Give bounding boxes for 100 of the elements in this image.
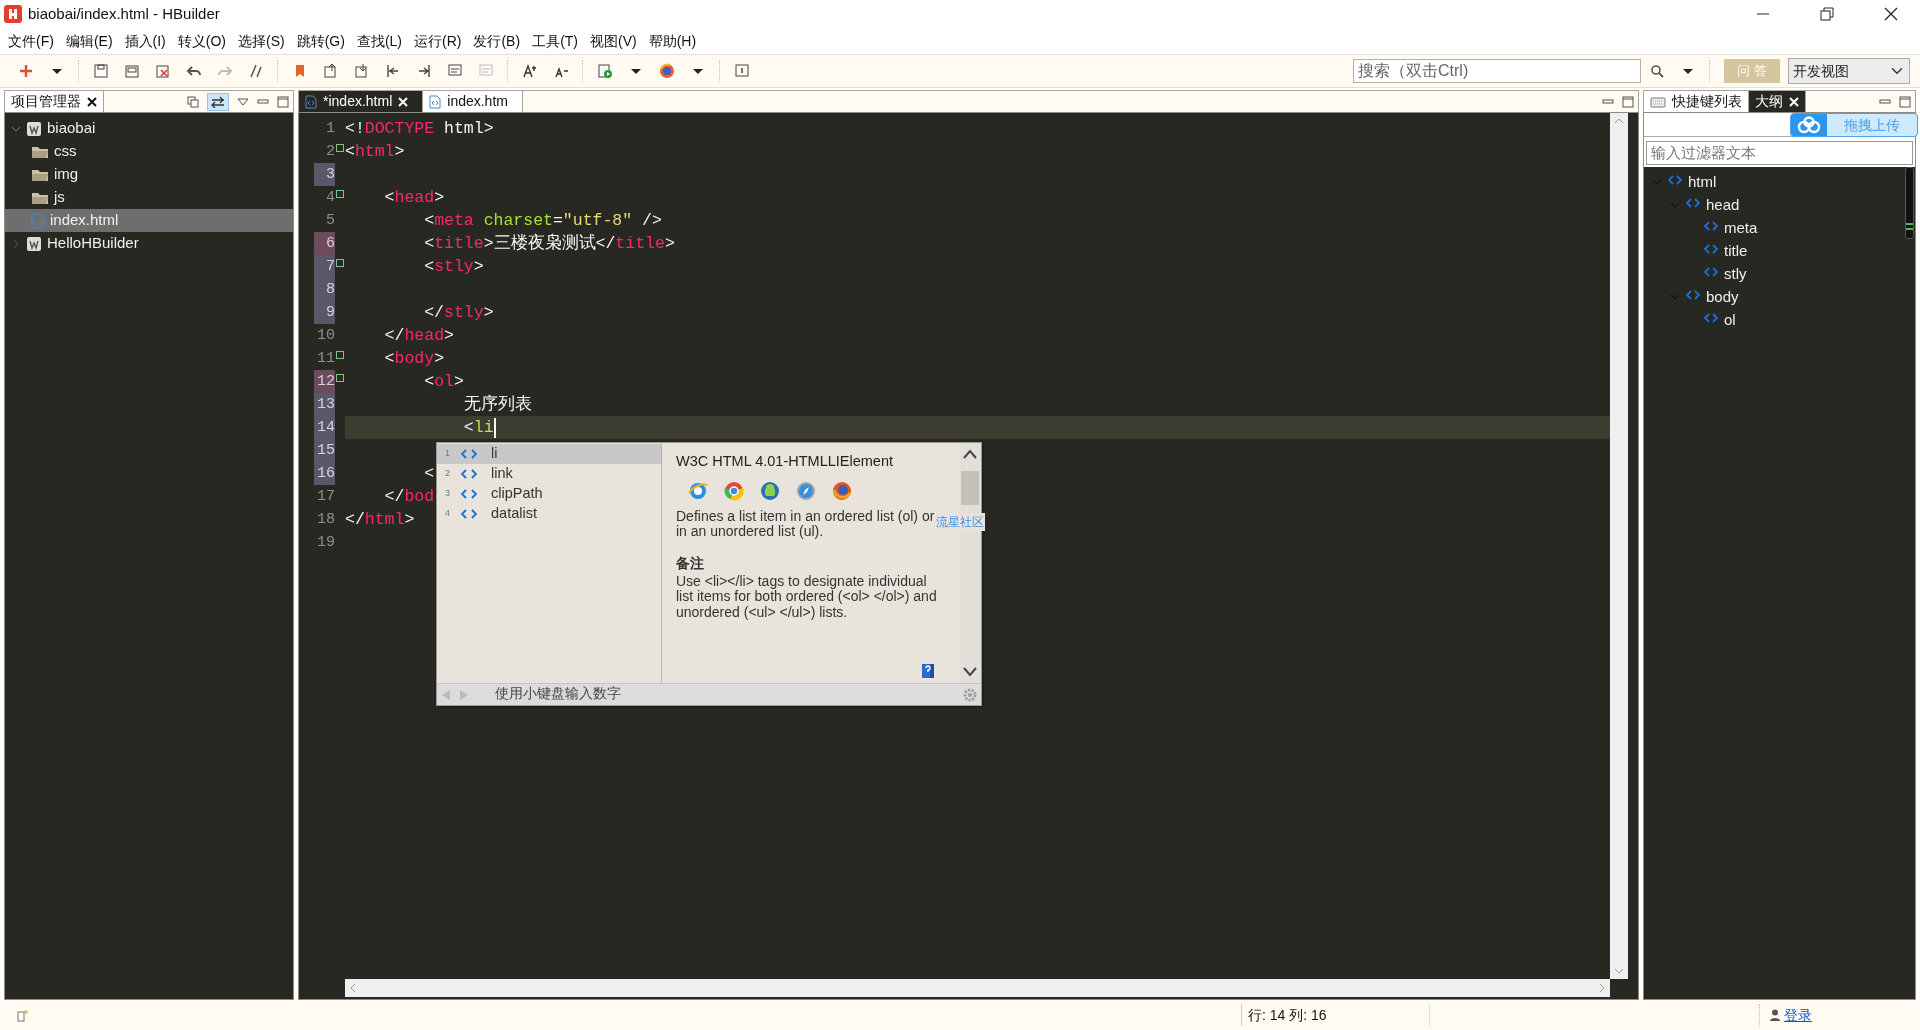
menu-item[interactable]: 转义(O) (171, 28, 232, 54)
browser-icon (688, 480, 708, 501)
menu-item[interactable]: 查找(L) (350, 28, 408, 54)
panel-tab[interactable]: 快捷键列表 (1644, 91, 1749, 112)
menu-item[interactable]: 视图(V) (584, 28, 643, 54)
tag-icon (1704, 243, 1718, 254)
line-number: 3 (314, 163, 335, 186)
fold-icon[interactable] (336, 374, 344, 382)
text-cursor (493, 417, 496, 438)
scroll-thumb[interactable] (961, 471, 979, 505)
suggestion-item[interactable]: 2 link (437, 464, 661, 484)
tree-item[interactable]: js (5, 186, 293, 209)
collapse-all-icon[interactable] (187, 95, 199, 108)
line-number: 16 (314, 462, 335, 485)
keyboard-icon (1650, 95, 1666, 108)
tree-item[interactable]: img (5, 163, 293, 186)
panel-title: 项目管理器 (11, 92, 81, 111)
panel-tab[interactable]: 项目管理器 (5, 91, 104, 112)
line-number: 11 (316, 349, 335, 369)
menu-item[interactable]: 选择(S) (232, 28, 291, 54)
vertical-scrollbar[interactable] (1610, 113, 1628, 979)
perspective-select[interactable]: 开发视图 (1788, 58, 1910, 84)
cloud-icon (1797, 116, 1821, 134)
note-text: Use <li></li> tags to designate individual list items for both ordered (<ol> </ol>) and unordered (<ul> </ul>) lists. (676, 573, 938, 621)
plus-icon (17, 63, 34, 79)
fold-icon[interactable] (336, 351, 344, 359)
tree-item[interactable]: css (5, 140, 293, 163)
editor-tab[interactable]: *index.html (299, 91, 424, 112)
scrollbar[interactable] (1905, 167, 1914, 239)
doc-description: Defines a list item in an ordered list (ol) or in an unordered list (ul). (676, 508, 936, 541)
horizontal-scrollbar[interactable] (345, 979, 1610, 997)
line-number: 19 (316, 533, 335, 553)
suggestion-item[interactable]: 4 datalist (437, 504, 661, 524)
view-menu-icon[interactable] (237, 96, 249, 107)
outline-item[interactable]: stly (1724, 263, 1747, 286)
outline-item[interactable]: body (1706, 286, 1739, 309)
scroll-up-icon (1614, 117, 1624, 125)
maximize-icon[interactable] (1622, 95, 1634, 108)
chevron-icon (11, 238, 21, 249)
line-number: 9 (314, 301, 335, 324)
tree-item[interactable]: biaobai (5, 117, 293, 140)
menu-item[interactable]: 跳转(G) (290, 28, 351, 54)
menu-item[interactable]: 发行(B) (467, 28, 527, 54)
tag-icon (461, 508, 477, 520)
link-editor-button[interactable] (207, 92, 229, 111)
close-icon[interactable] (87, 96, 97, 107)
line-number: 12 (314, 370, 335, 393)
maximize-icon[interactable] (277, 95, 289, 108)
code-line: <meta charset="utf-8" /> (423, 211, 662, 230)
tree-item[interactable]: index.html (5, 209, 293, 232)
cursor-position: 行: 14 列: 16 (1242, 1004, 1430, 1026)
suggestion-item[interactable]: 3 clipPath (437, 484, 661, 504)
outline-item[interactable]: html (1688, 171, 1717, 194)
code-line: <stly> (423, 257, 484, 276)
run-icon (596, 63, 613, 79)
info-icon (733, 63, 750, 79)
save-all-icon (123, 63, 140, 79)
menu-item[interactable]: 插入(I) (118, 28, 172, 54)
search-field[interactable]: 搜索（双击Ctrl) (1353, 59, 1641, 83)
editor-tab[interactable]: index.htm (423, 91, 523, 112)
minimize-icon (1757, 13, 1769, 15)
tag-icon (461, 448, 477, 460)
scroll-up-icon (963, 449, 977, 459)
code-line: <html> (345, 142, 405, 161)
jump-start-icon (384, 63, 401, 79)
panel-tab[interactable]: 大纲 (1749, 91, 1806, 112)
scroll-down-icon (1614, 967, 1624, 975)
menu-item[interactable]: 运行(R) (408, 28, 468, 54)
line-number: 15 (314, 439, 335, 462)
code-line: <title>三楼夜枭测试</title> (423, 234, 675, 253)
tree-item[interactable]: HelloHBuilder (5, 232, 293, 255)
outline-item[interactable]: head (1706, 194, 1740, 217)
menu-item[interactable]: 文件(F) (2, 28, 60, 54)
settings-icon[interactable] (963, 687, 977, 702)
maximize-icon[interactable] (1899, 95, 1911, 108)
menu-item[interactable]: 帮助(H) (642, 28, 703, 54)
filter-field[interactable]: 输入过滤器文本 (1646, 141, 1913, 165)
tag-icon (1668, 174, 1682, 185)
outline-item[interactable]: ol (1724, 309, 1736, 332)
fold-icon[interactable] (336, 190, 344, 198)
arrows-icon (210, 95, 226, 108)
tag-icon (1704, 220, 1718, 231)
outline-item[interactable]: meta (1724, 217, 1758, 240)
fold-icon[interactable] (336, 144, 344, 152)
project-icon (26, 235, 42, 252)
line-number: 10 (316, 326, 335, 346)
login-link[interactable]: 登录 (1784, 1004, 1812, 1026)
help-book-icon[interactable] (921, 663, 935, 679)
line-number: 6 (314, 232, 335, 255)
code-line: </stly> (423, 303, 494, 322)
outline-item[interactable]: title (1724, 240, 1748, 263)
code-line: </bod (383, 487, 435, 506)
file-icon (31, 212, 45, 229)
scroll-left-icon (349, 983, 357, 993)
suggestion-item[interactable]: 1 li (437, 444, 661, 464)
code-line: <body> (383, 349, 445, 368)
code-line: </html> (345, 510, 415, 529)
menu-item[interactable]: 工具(T) (526, 28, 584, 54)
menu-item[interactable]: 编辑(E) (59, 28, 119, 54)
fold-icon[interactable] (336, 259, 344, 267)
